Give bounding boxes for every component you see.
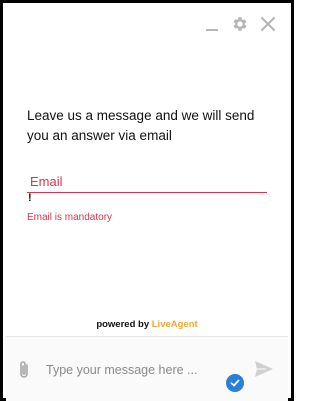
intro-text: Leave us a message and we will send you … xyxy=(27,108,255,143)
chat-window: Leave us a message and we will send you … xyxy=(0,0,294,401)
paperclip-icon[interactable] xyxy=(16,360,32,380)
gear-icon[interactable] xyxy=(231,15,249,33)
minimize-icon[interactable] xyxy=(203,15,221,33)
email-error: Email is mandatory xyxy=(27,212,113,223)
required-marker: ! xyxy=(28,192,32,204)
close-icon[interactable] xyxy=(259,15,277,33)
powered-by-label: powered by xyxy=(96,319,150,330)
message-composer xyxy=(6,337,288,401)
window-controls xyxy=(203,15,277,33)
powered-by: powered by LiveAgent xyxy=(3,319,291,330)
message-input[interactable] xyxy=(44,357,244,383)
brand-link[interactable]: LiveAgent xyxy=(152,319,198,330)
email-input[interactable] xyxy=(27,171,267,191)
email-field[interactable] xyxy=(27,171,267,193)
send-icon[interactable] xyxy=(254,360,274,378)
check-badge-icon[interactable] xyxy=(225,373,245,393)
